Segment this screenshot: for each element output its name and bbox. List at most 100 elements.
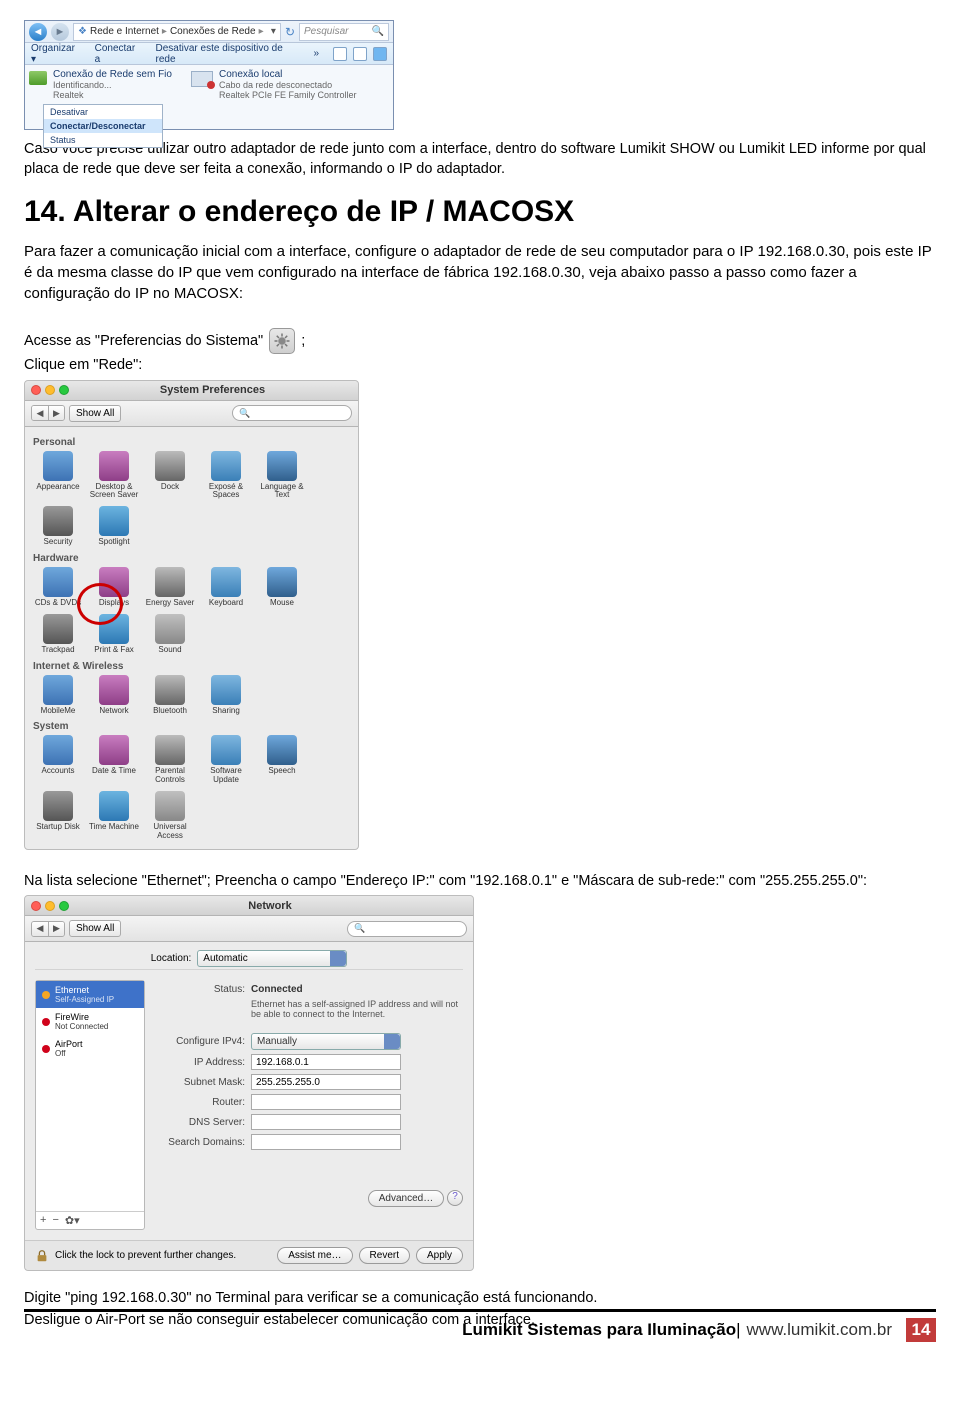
pref-item[interactable]: Date & Time: [89, 735, 139, 785]
search-domains-input[interactable]: [251, 1134, 401, 1150]
toolbar-more[interactable]: »: [313, 48, 319, 59]
configure-label: Configure IPv4:: [155, 1036, 245, 1047]
preview-pane-icon[interactable]: [353, 47, 367, 61]
pref-item[interactable]: Startup Disk: [33, 791, 83, 841]
lock-icon[interactable]: [35, 1249, 49, 1263]
eth-title[interactable]: Conexão local: [219, 69, 357, 80]
footer-url: www.lumikit.com.br: [747, 1320, 892, 1340]
pref-item[interactable]: Universal Access: [145, 791, 195, 841]
minimize-icon[interactable]: [45, 385, 55, 395]
help-icon[interactable]: [373, 47, 387, 61]
sidebar-item[interactable]: FireWireNot Connected: [36, 1008, 144, 1035]
router-label: Router:: [155, 1097, 245, 1108]
pref-item[interactable]: Sharing: [201, 675, 251, 716]
dns-input[interactable]: [251, 1114, 401, 1130]
pref-item[interactable]: Dock: [145, 451, 195, 501]
pref-label: Universal Access: [145, 823, 195, 841]
help-icon[interactable]: ?: [447, 1190, 463, 1206]
pref-label: Bluetooth: [145, 707, 195, 716]
breadcrumb[interactable]: ❖ Rede e Internet ▸ Conexões de Rede ▸ ▾: [73, 23, 281, 41]
pref-label: Sharing: [201, 707, 251, 716]
pref-icon: [43, 451, 73, 481]
page-number: 14: [906, 1318, 936, 1342]
pref-item[interactable]: Sound: [145, 614, 195, 655]
search-input[interactable]: 🔍: [347, 921, 467, 937]
pref-item[interactable]: Exposé & Spaces: [201, 451, 251, 501]
sidebar-item[interactable]: AirPortOff: [36, 1035, 144, 1062]
zoom-icon[interactable]: [59, 385, 69, 395]
close-icon[interactable]: [31, 901, 41, 911]
pref-item[interactable]: Network: [89, 675, 139, 716]
search-input[interactable]: Pesquisar 🔍: [299, 23, 389, 41]
pref-label: Trackpad: [33, 646, 83, 655]
pref-item[interactable]: Parental Controls: [145, 735, 195, 785]
pref-icon: [43, 791, 73, 821]
remove-service-button[interactable]: −: [52, 1214, 58, 1227]
svc-name: FireWire: [55, 1012, 89, 1022]
prefs-a: Acesse as "Preferencias do Sistema": [24, 333, 267, 349]
connect-to-button[interactable]: Conectar a: [95, 43, 142, 65]
pref-item[interactable]: Mouse: [257, 567, 307, 608]
ctx-disable[interactable]: Desativar: [44, 105, 162, 119]
pref-item[interactable]: Spotlight: [89, 506, 139, 547]
pref-label: Desktop & Screen Saver: [89, 483, 139, 501]
configure-select[interactable]: Manually: [251, 1033, 401, 1050]
pref-item[interactable]: Speech: [257, 735, 307, 785]
ctx-connect-disconnect[interactable]: Conectar/Desconectar: [44, 119, 162, 133]
pref-label: Network: [89, 707, 139, 716]
wifi-title[interactable]: Conexão de Rede sem Fio: [53, 69, 172, 80]
pref-item[interactable]: MobileMe: [33, 675, 83, 716]
pref-item[interactable]: Bluetooth: [145, 675, 195, 716]
organize-menu[interactable]: Organizar ▾: [31, 43, 81, 65]
apply-button[interactable]: Apply: [416, 1247, 463, 1264]
system-preferences-icon: [269, 328, 295, 354]
wifi-icon: [29, 71, 47, 85]
close-icon[interactable]: [31, 385, 41, 395]
section-hardware: Hardware: [33, 553, 350, 564]
pref-item[interactable]: Software Update: [201, 735, 251, 785]
search-domains-label: Search Domains:: [155, 1137, 245, 1148]
sidebar-item[interactable]: EthernetSelf-Assigned IP: [36, 981, 144, 1008]
svc-name: Ethernet: [55, 985, 89, 995]
search-icon: 🔍: [239, 408, 250, 419]
disable-device-button[interactable]: Desativar este dispositivo de rede: [156, 43, 300, 65]
zoom-icon[interactable]: [59, 901, 69, 911]
assist-button[interactable]: Assist me…: [277, 1247, 352, 1264]
search-input[interactable]: 🔍: [232, 405, 352, 421]
minimize-icon[interactable]: [45, 901, 55, 911]
ip-address-input[interactable]: [251, 1054, 401, 1070]
location-select[interactable]: Automatic: [197, 950, 347, 967]
pref-item[interactable]: Keyboard: [201, 567, 251, 608]
pref-item[interactable]: Trackpad: [33, 614, 83, 655]
pref-item[interactable]: Language & Text: [257, 451, 307, 501]
show-all-button[interactable]: Show All: [69, 405, 121, 422]
pref-item[interactable]: Energy Saver: [145, 567, 195, 608]
pref-label: Parental Controls: [145, 767, 195, 785]
nav-fwd-icon[interactable]: ►: [51, 23, 69, 41]
show-all-button[interactable]: Show All: [69, 920, 121, 937]
nav-back-icon[interactable]: ◄: [29, 23, 47, 41]
pref-item[interactable]: Desktop & Screen Saver: [89, 451, 139, 501]
nav-back-forward[interactable]: ◀▶: [31, 405, 65, 421]
view-icon[interactable]: [333, 47, 347, 61]
subnet-mask-input[interactable]: [251, 1074, 401, 1090]
revert-button[interactable]: Revert: [359, 1247, 410, 1264]
add-service-button[interactable]: +: [40, 1214, 46, 1227]
router-input[interactable]: [251, 1094, 401, 1110]
pref-icon: [43, 675, 73, 705]
pref-item[interactable]: Security: [33, 506, 83, 547]
pref-item[interactable]: CDs & DVDs: [33, 567, 83, 608]
pref-item[interactable]: Time Machine: [89, 791, 139, 841]
footer-brand: Lumikit Sistemas para Iluminação: [462, 1320, 736, 1340]
pref-icon: [155, 791, 185, 821]
refresh-icon[interactable]: ↻: [285, 25, 295, 39]
network-sidebar: EthernetSelf-Assigned IPFireWireNot Conn…: [35, 980, 145, 1230]
pref-item[interactable]: Appearance: [33, 451, 83, 501]
gear-menu[interactable]: ✿▾: [65, 1214, 80, 1227]
nav-back-forward[interactable]: ◀▶: [31, 921, 65, 937]
pref-item[interactable]: Accounts: [33, 735, 83, 785]
advanced-button[interactable]: Advanced…: [368, 1190, 444, 1207]
ctx-status[interactable]: Status: [44, 133, 162, 147]
section-personal: Personal: [33, 437, 350, 448]
svc-sub: Self-Assigned IP: [55, 995, 138, 1004]
